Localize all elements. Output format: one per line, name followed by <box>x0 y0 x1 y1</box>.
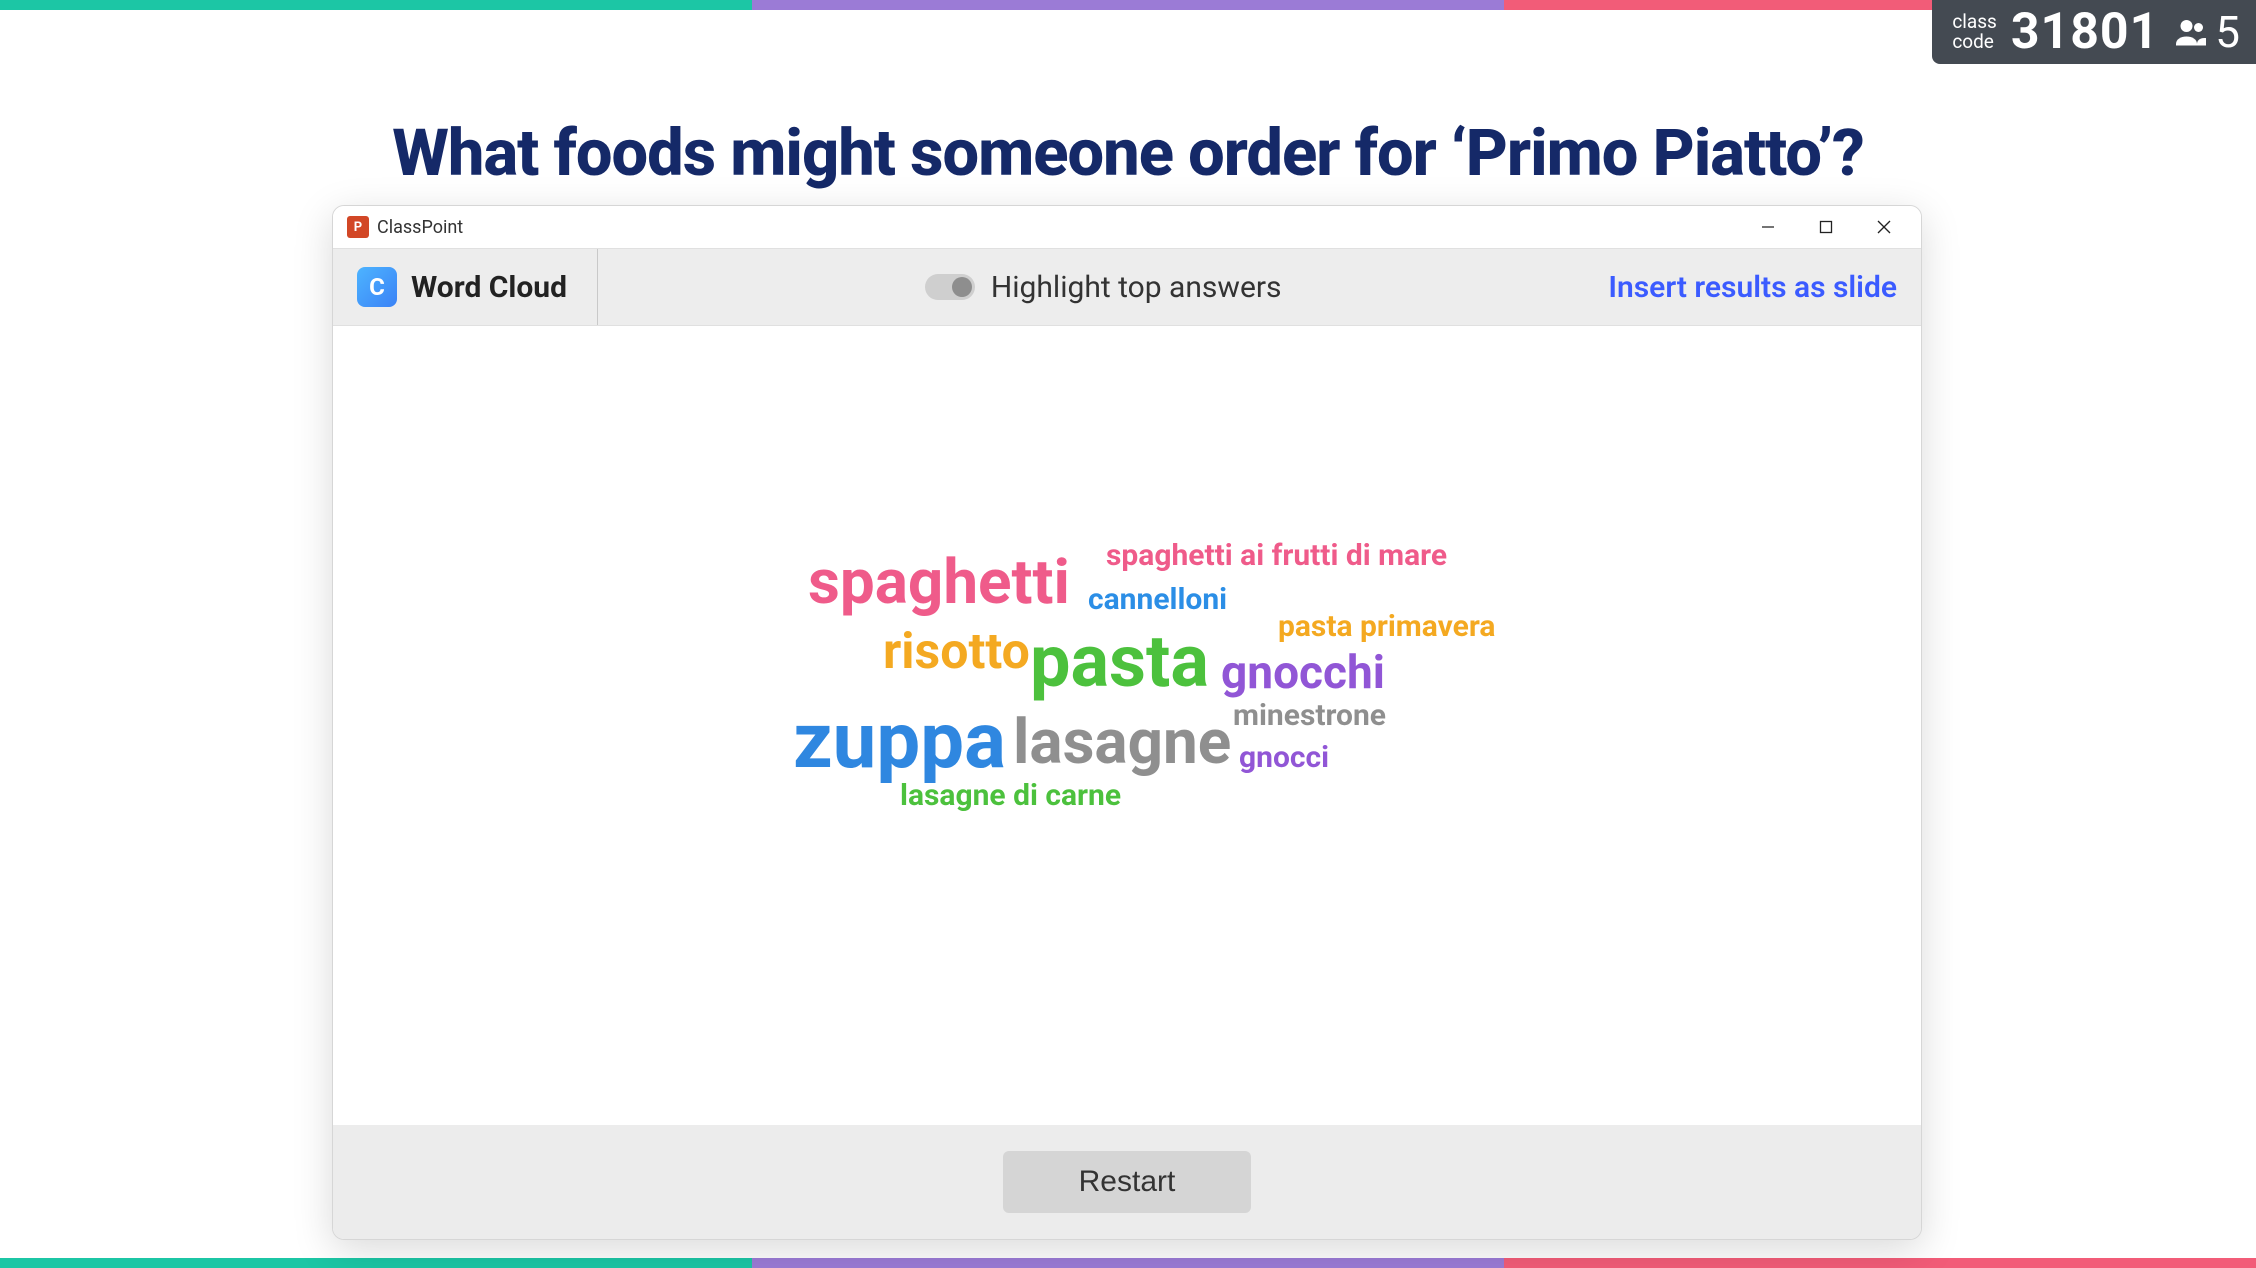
bar-segment <box>752 1258 1504 1268</box>
class-code-label: class code <box>1952 12 1997 52</box>
wordcloud-word[interactable]: cannelloni <box>1088 582 1227 617</box>
wordcloud-word[interactable]: spaghetti ai frutti di mare <box>1106 538 1447 573</box>
question-title: What foods might someone order for ‘Prim… <box>0 115 2256 191</box>
wordcloud-word[interactable]: gnocchi <box>1221 646 1385 700</box>
wordcloud-word[interactable]: lasagne di carne <box>900 778 1121 813</box>
close-button[interactable] <box>1855 206 1913 248</box>
highlight-toggle-label: Highlight top answers <box>991 270 1282 305</box>
bar-segment <box>0 1258 752 1268</box>
app-name: ClassPoint <box>377 217 463 238</box>
wordcloud-word[interactable]: pasta <box>1030 619 1209 704</box>
bottom-color-bar <box>0 1258 2256 1268</box>
wordcloud-word[interactable]: minestrone <box>1233 698 1386 733</box>
toolbar-center: Highlight top answers <box>598 270 1608 305</box>
toolbar-left: C Word Cloud <box>357 249 598 325</box>
bar-segment <box>0 0 752 10</box>
people-icon <box>2173 14 2209 50</box>
restart-button[interactable]: Restart <box>1003 1151 1252 1213</box>
wordcloud-word[interactable]: gnocci <box>1239 740 1329 775</box>
wordcloud-word[interactable]: lasagne <box>1013 706 1231 779</box>
wordcloud-icon: C <box>357 267 397 307</box>
top-color-bar <box>0 0 2256 10</box>
minimize-button[interactable] <box>1739 206 1797 248</box>
insert-results-link[interactable]: Insert results as slide <box>1608 270 1897 305</box>
participant-count: 5 <box>2173 6 2240 58</box>
wordcloud-canvas: spaghetti spaghetti ai frutti di mare cann… <box>333 326 1921 1125</box>
powerpoint-icon: P <box>347 216 369 238</box>
footer: Restart <box>333 1125 1921 1239</box>
class-code-value: 31801 <box>2011 3 2159 61</box>
highlight-toggle[interactable] <box>925 274 975 300</box>
bar-segment <box>752 0 1504 10</box>
class-code-badge[interactable]: class code 31801 5 <box>1932 0 2256 64</box>
wordcloud-title: Word Cloud <box>411 270 567 305</box>
bar-segment <box>1504 1258 2256 1268</box>
maximize-button[interactable] <box>1797 206 1855 248</box>
wordcloud-word[interactable]: pasta primavera <box>1278 609 1495 644</box>
wordcloud-word[interactable]: zuppa <box>793 696 1006 787</box>
wordcloud-word[interactable]: spaghetti <box>808 546 1070 619</box>
classpoint-window: P ClassPoint C Word Cloud Highlight top … <box>332 205 1922 1240</box>
toolbar: C Word Cloud Highlight top answers Inser… <box>333 248 1921 326</box>
window-titlebar: P ClassPoint <box>333 206 1921 248</box>
wordcloud-word[interactable]: risotto <box>883 623 1030 681</box>
